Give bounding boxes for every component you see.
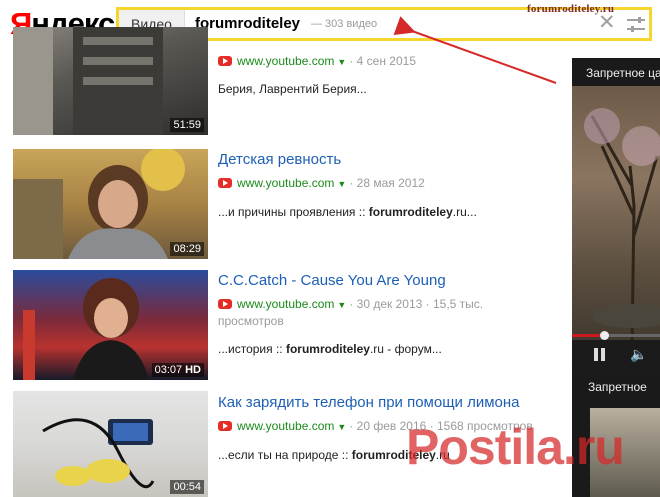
video-meta: www.youtube.com ▼ · 28 мая 2012 <box>218 175 548 192</box>
youtube-icon <box>218 178 232 188</box>
pause-icon[interactable] <box>594 348 606 361</box>
postila-watermark: Postila.ru <box>406 419 625 475</box>
player-controls: 🔈 <box>572 340 660 370</box>
clear-icon[interactable]: ✕ <box>598 12 616 34</box>
video-date: 4 сен 2015 <box>356 54 416 68</box>
video-thumbnail[interactable]: 00:54 <box>13 391 208 497</box>
video-title-link[interactable]: C.C.Catch - Cause You Are Young <box>218 272 446 289</box>
search-input[interactable]: forumroditeley <box>195 15 300 32</box>
video-meta: www.youtube.com ▼ · 4 сен 2015 <box>218 53 548 70</box>
chevron-down-icon[interactable]: ▼ <box>337 300 346 310</box>
video-thumbnail[interactable]: 51:59 <box>13 27 208 135</box>
preview-title[interactable]: Запретное ца <box>586 66 660 80</box>
video-duration: 08:29 <box>170 242 204 256</box>
video-duration: 03:07 HD <box>151 363 204 377</box>
chevron-down-icon[interactable]: ▼ <box>337 179 346 189</box>
youtube-icon <box>218 299 232 309</box>
youtube-icon <box>218 421 232 431</box>
video-source-link[interactable]: www.youtube.com <box>237 176 334 190</box>
volume-icon[interactable]: 🔈 <box>630 346 647 363</box>
video-source-link[interactable]: www.youtube.com <box>237 54 334 68</box>
video-snippet: ...и причины проявления :: forumroditele… <box>218 205 477 219</box>
video-views-unit: просмотров <box>218 314 284 328</box>
video-source-link[interactable]: www.youtube.com <box>237 419 334 433</box>
preview-title-2[interactable]: Запретное <box>588 380 647 394</box>
chevron-down-icon[interactable]: ▼ <box>337 57 346 67</box>
video-source-link[interactable]: www.youtube.com <box>237 297 334 311</box>
video-snippet: Берия, Лаврентий Берия... <box>218 82 367 96</box>
video-player[interactable] <box>572 86 660 348</box>
video-duration: 51:59 <box>170 118 204 132</box>
chevron-down-icon[interactable]: ▼ <box>337 422 346 432</box>
video-thumbnail[interactable]: 08:29 <box>13 149 208 259</box>
site-watermark: forumroditeley.ru <box>527 3 615 15</box>
video-date: 28 мая 2012 <box>356 176 425 190</box>
video-views: 15,5 тыс. <box>432 297 484 311</box>
search-result-count: — 303 видео <box>311 18 378 30</box>
video-date: 30 дек 2013 <box>356 297 423 311</box>
video-snippet: ...история :: forumroditeley.ru - форум.… <box>218 342 442 356</box>
video-meta: www.youtube.com ▼ · 30 дек 2013 · 15,5 тыс… <box>218 297 484 328</box>
settings-icon[interactable] <box>626 16 646 34</box>
hd-badge: HD <box>185 364 201 376</box>
video-thumbnail[interactable]: 03:07 HD <box>13 270 208 380</box>
youtube-icon <box>218 56 232 66</box>
progress-knob[interactable] <box>600 331 609 340</box>
video-title-link[interactable]: Детская ревность <box>218 151 341 168</box>
video-title-link[interactable]: Как зарядить телефон при помощи лимона <box>218 394 520 411</box>
video-duration: 00:54 <box>170 480 204 494</box>
